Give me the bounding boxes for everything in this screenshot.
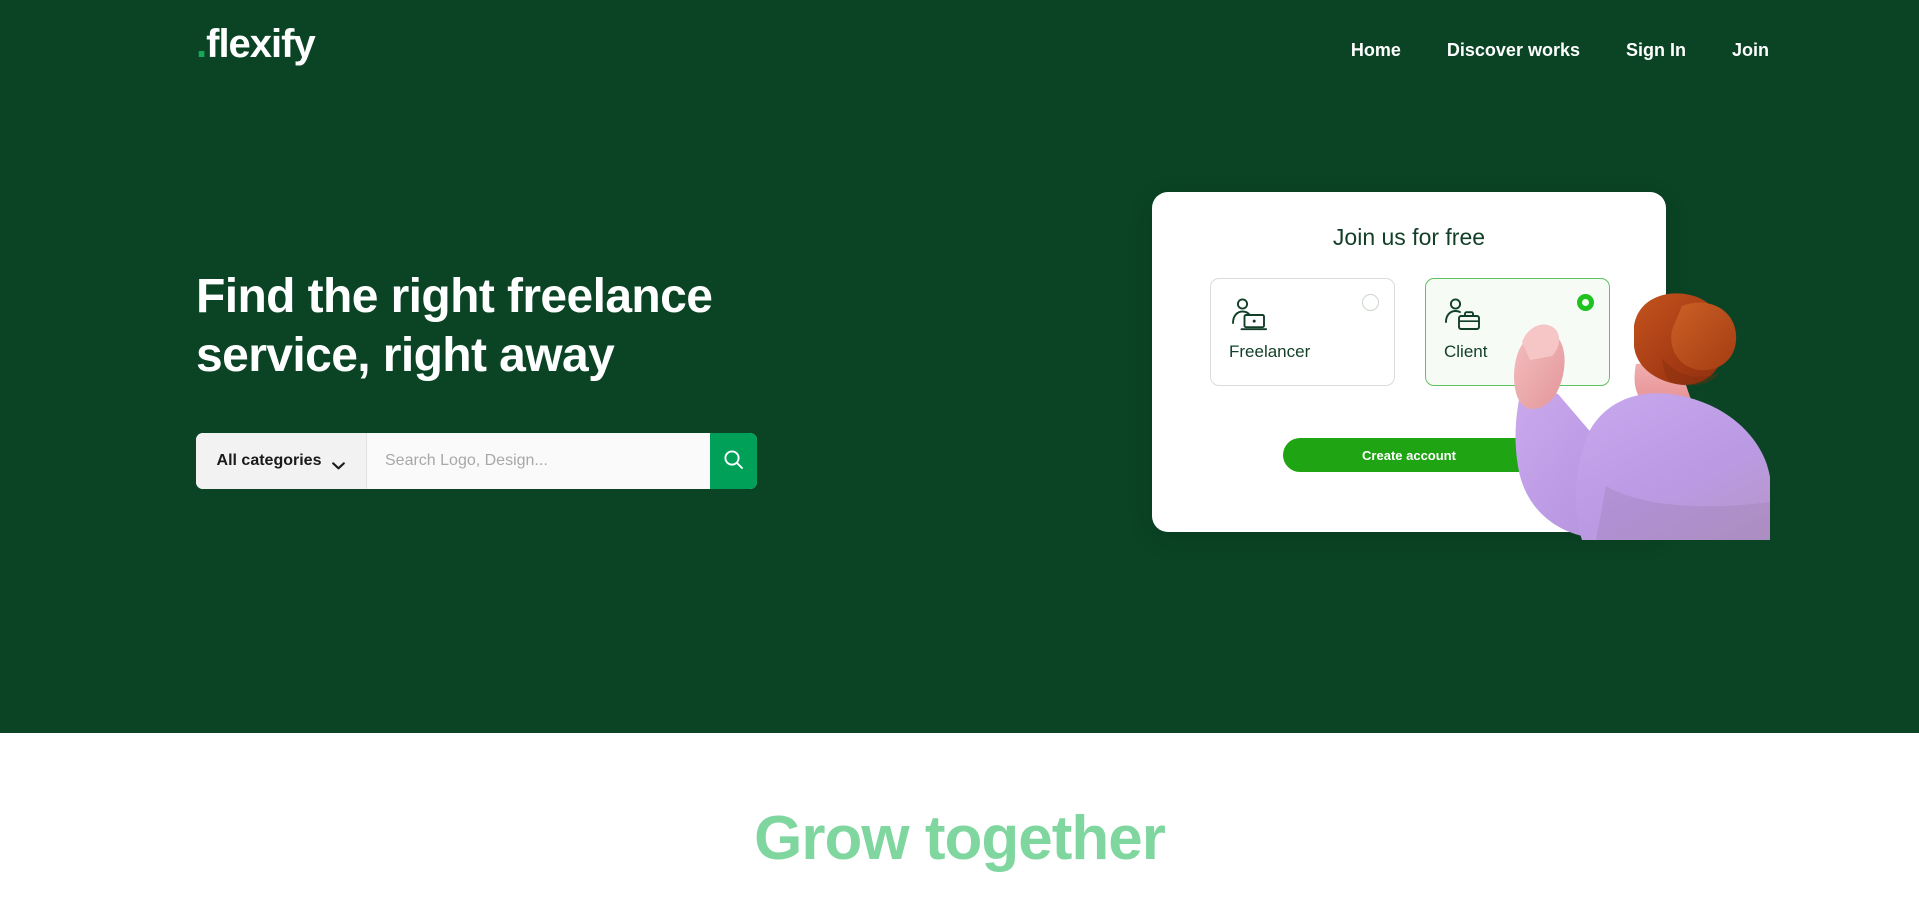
page-root: .flexify Home Discover works Sign In Joi… (0, 0, 1919, 908)
category-dropdown[interactable]: All categories (196, 433, 367, 489)
person-briefcase-icon (1444, 298, 1482, 337)
nav-links: Home Discover works Sign In Join (1351, 40, 1769, 61)
nav-link-join[interactable]: Join (1732, 40, 1769, 61)
role-label-client: Client (1444, 342, 1488, 361)
grow-section-title: Grow together (754, 804, 1166, 873)
hero-section: .flexify Home Discover works Sign In Joi… (0, 0, 1919, 733)
signup-illustration: Join us for free Freelancer Client Creat… (1130, 180, 1773, 540)
logo-dot-icon: . (196, 22, 207, 66)
role-label-freelancer: Freelancer (1229, 342, 1311, 361)
hero-headline-line-2: service, right away (196, 328, 615, 382)
radio-freelancer[interactable] (1362, 294, 1379, 311)
logo-text: flexify (206, 22, 316, 66)
signup-card-title: Join us for free (1332, 224, 1486, 250)
grow-section: Grow together (0, 733, 1919, 908)
hero-headline: Find the right freelance service, right … (196, 268, 836, 385)
search-input[interactable] (367, 433, 710, 489)
search-bar: All categories (196, 433, 757, 489)
person-laptop-icon (1229, 298, 1268, 337)
chevron-down-icon (332, 457, 346, 470)
hero-headline-line-1: Find the right freelance (196, 270, 713, 323)
search-button[interactable] (710, 433, 757, 489)
nav-link-home[interactable]: Home (1351, 40, 1401, 61)
nav-link-sign-in[interactable]: Sign In (1626, 40, 1686, 61)
search-icon (723, 449, 744, 473)
category-dropdown-label: All categories (216, 452, 322, 469)
nav-link-discover-works[interactable]: Discover works (1447, 40, 1580, 61)
navbar: .flexify Home Discover works Sign In Joi… (0, 0, 1919, 90)
person-illustration (1486, 290, 1773, 540)
hero-copy: Find the right freelance service, right … (196, 268, 836, 385)
brand-logo[interactable]: .flexify (196, 22, 316, 66)
role-option-freelancer[interactable]: Freelancer (1210, 278, 1395, 386)
